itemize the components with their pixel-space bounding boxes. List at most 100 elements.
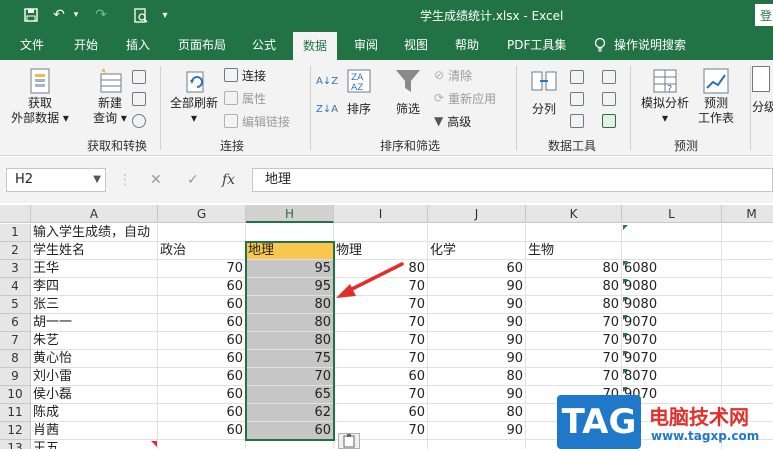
- cell-A11[interactable]: 陈成: [31, 404, 158, 422]
- cell-I9[interactable]: 60: [334, 368, 428, 386]
- cell-L7[interactable]: 9070: [622, 332, 722, 350]
- cell-A5[interactable]: 张三: [31, 296, 158, 314]
- what-if-analysis-button[interactable]: ? 模拟分析 ▾: [638, 66, 692, 136]
- cell-G1[interactable]: [158, 224, 246, 242]
- login-button[interactable]: 登: [755, 4, 773, 26]
- cell-J12[interactable]: 90: [428, 422, 526, 440]
- cell-J5[interactable]: 90: [428, 296, 526, 314]
- from-table-button[interactable]: [132, 90, 146, 108]
- cell-G10[interactable]: 60: [158, 386, 246, 404]
- cell-H2[interactable]: 地理: [246, 242, 334, 260]
- cell-K3[interactable]: 80: [526, 260, 622, 278]
- cell-G6[interactable]: 60: [158, 314, 246, 332]
- tell-me-search[interactable]: 操作说明搜索: [594, 30, 686, 60]
- cell-M3[interactable]: [722, 260, 773, 278]
- select-all-corner[interactable]: [0, 205, 31, 223]
- properties-button[interactable]: 属性: [224, 89, 266, 107]
- cell-L5[interactable]: 9080: [622, 296, 722, 314]
- cell-G4[interactable]: 60: [158, 278, 246, 296]
- new-query-button[interactable]: 新建 查询 ▾: [86, 66, 134, 136]
- cell-G7[interactable]: 60: [158, 332, 246, 350]
- cell-J8[interactable]: 90: [428, 350, 526, 368]
- remove-duplicates-button[interactable]: [570, 90, 584, 108]
- sort-desc-button[interactable]: Z↓A: [316, 100, 338, 118]
- cell-L1[interactable]: [622, 224, 722, 242]
- cell-J3[interactable]: 60: [428, 260, 526, 278]
- filter-button[interactable]: 筛选: [390, 66, 426, 136]
- cell-L9[interactable]: 8070: [622, 368, 722, 386]
- relationships-button[interactable]: [602, 90, 616, 108]
- customize-toolbar-icon[interactable]: ▾: [158, 5, 172, 25]
- cell-I10[interactable]: 70: [334, 386, 428, 404]
- text-to-columns-button[interactable]: 分列: [524, 66, 564, 136]
- column-header-K[interactable]: K: [526, 205, 622, 223]
- cell-K8[interactable]: 70: [526, 350, 622, 368]
- cell-K7[interactable]: 70: [526, 332, 622, 350]
- forecast-sheet-button[interactable]: 预测 工作表: [696, 66, 736, 136]
- row-header[interactable]: 2: [0, 242, 31, 260]
- cell-K5[interactable]: 80: [526, 296, 622, 314]
- cell-I7[interactable]: 70: [334, 332, 428, 350]
- cell-I8[interactable]: 70: [334, 350, 428, 368]
- cell-H11[interactable]: 62: [246, 404, 334, 422]
- cell-H13[interactable]: [246, 440, 334, 449]
- row-header[interactable]: 11: [0, 404, 31, 422]
- row-header[interactable]: 7: [0, 332, 31, 350]
- cell-G2[interactable]: 政治: [158, 242, 246, 260]
- cell-I1[interactable]: [334, 224, 428, 242]
- sort-asc-button[interactable]: A↓Z: [316, 72, 338, 90]
- cell-G12[interactable]: 60: [158, 422, 246, 440]
- cell-G11[interactable]: 60: [158, 404, 246, 422]
- row-header[interactable]: 9: [0, 368, 31, 386]
- cell-M5[interactable]: [722, 296, 773, 314]
- cell-H6[interactable]: 80: [246, 314, 334, 332]
- cell-I6[interactable]: 70: [334, 314, 428, 332]
- tab-help[interactable]: 帮助: [455, 30, 479, 60]
- name-box[interactable]: H2 ▼: [6, 168, 106, 192]
- cell-K9[interactable]: 70: [526, 368, 622, 386]
- row-header[interactable]: 13: [0, 440, 31, 449]
- connections-button[interactable]: 连接: [224, 66, 266, 84]
- cancel-icon[interactable]: ✕: [150, 168, 162, 192]
- cell-M8[interactable]: [722, 350, 773, 368]
- row-header[interactable]: 6: [0, 314, 31, 332]
- tab-page-layout[interactable]: 页面布局: [178, 30, 226, 60]
- row-header[interactable]: 3: [0, 260, 31, 278]
- tab-review[interactable]: 审阅: [354, 30, 378, 60]
- redo-icon[interactable]: ↷: [90, 5, 112, 25]
- cell-G5[interactable]: 60: [158, 296, 246, 314]
- column-header-J[interactable]: J: [428, 205, 526, 223]
- cell-L4[interactable]: 9080: [622, 278, 722, 296]
- cell-H3[interactable]: 95: [246, 260, 334, 278]
- cell-K1[interactable]: [526, 224, 622, 242]
- cell-H5[interactable]: 80: [246, 296, 334, 314]
- cell-A2[interactable]: 学生姓名: [31, 242, 158, 260]
- cell-J4[interactable]: 90: [428, 278, 526, 296]
- cell-A9[interactable]: 刘小雷: [31, 368, 158, 386]
- cell-A7[interactable]: 朱艺: [31, 332, 158, 350]
- get-external-data-button[interactable]: 获取 外部数据 ▾: [8, 66, 72, 136]
- cell-J9[interactable]: 80: [428, 368, 526, 386]
- edit-links-button[interactable]: 编辑链接: [224, 112, 290, 130]
- chevron-down-icon[interactable]: ▼: [93, 169, 101, 191]
- show-queries-button[interactable]: [132, 68, 146, 86]
- cell-K2[interactable]: 生物: [526, 242, 622, 260]
- cell-L3[interactable]: 6080: [622, 260, 722, 278]
- recent-sources-button[interactable]: [132, 112, 146, 130]
- column-header-G[interactable]: G: [158, 205, 246, 223]
- row-header[interactable]: 10: [0, 386, 31, 404]
- tab-home[interactable]: 开始: [74, 30, 98, 60]
- column-header-A[interactable]: A: [31, 205, 158, 223]
- data-validation-button[interactable]: [570, 112, 584, 130]
- cell-J1[interactable]: [428, 224, 526, 242]
- cell-I11[interactable]: 60: [334, 404, 428, 422]
- undo-dropdown-icon[interactable]: ▾: [70, 5, 82, 25]
- print-preview-icon[interactable]: [130, 5, 152, 25]
- tab-pdf-tools[interactable]: PDF工具集: [507, 30, 566, 60]
- cell-G3[interactable]: 70: [158, 260, 246, 278]
- tab-file[interactable]: 文件: [20, 30, 44, 60]
- cell-A8[interactable]: 黄心怡: [31, 350, 158, 368]
- cell-M9[interactable]: [722, 368, 773, 386]
- cell-J11[interactable]: 80: [428, 404, 526, 422]
- cell-G9[interactable]: 60: [158, 368, 246, 386]
